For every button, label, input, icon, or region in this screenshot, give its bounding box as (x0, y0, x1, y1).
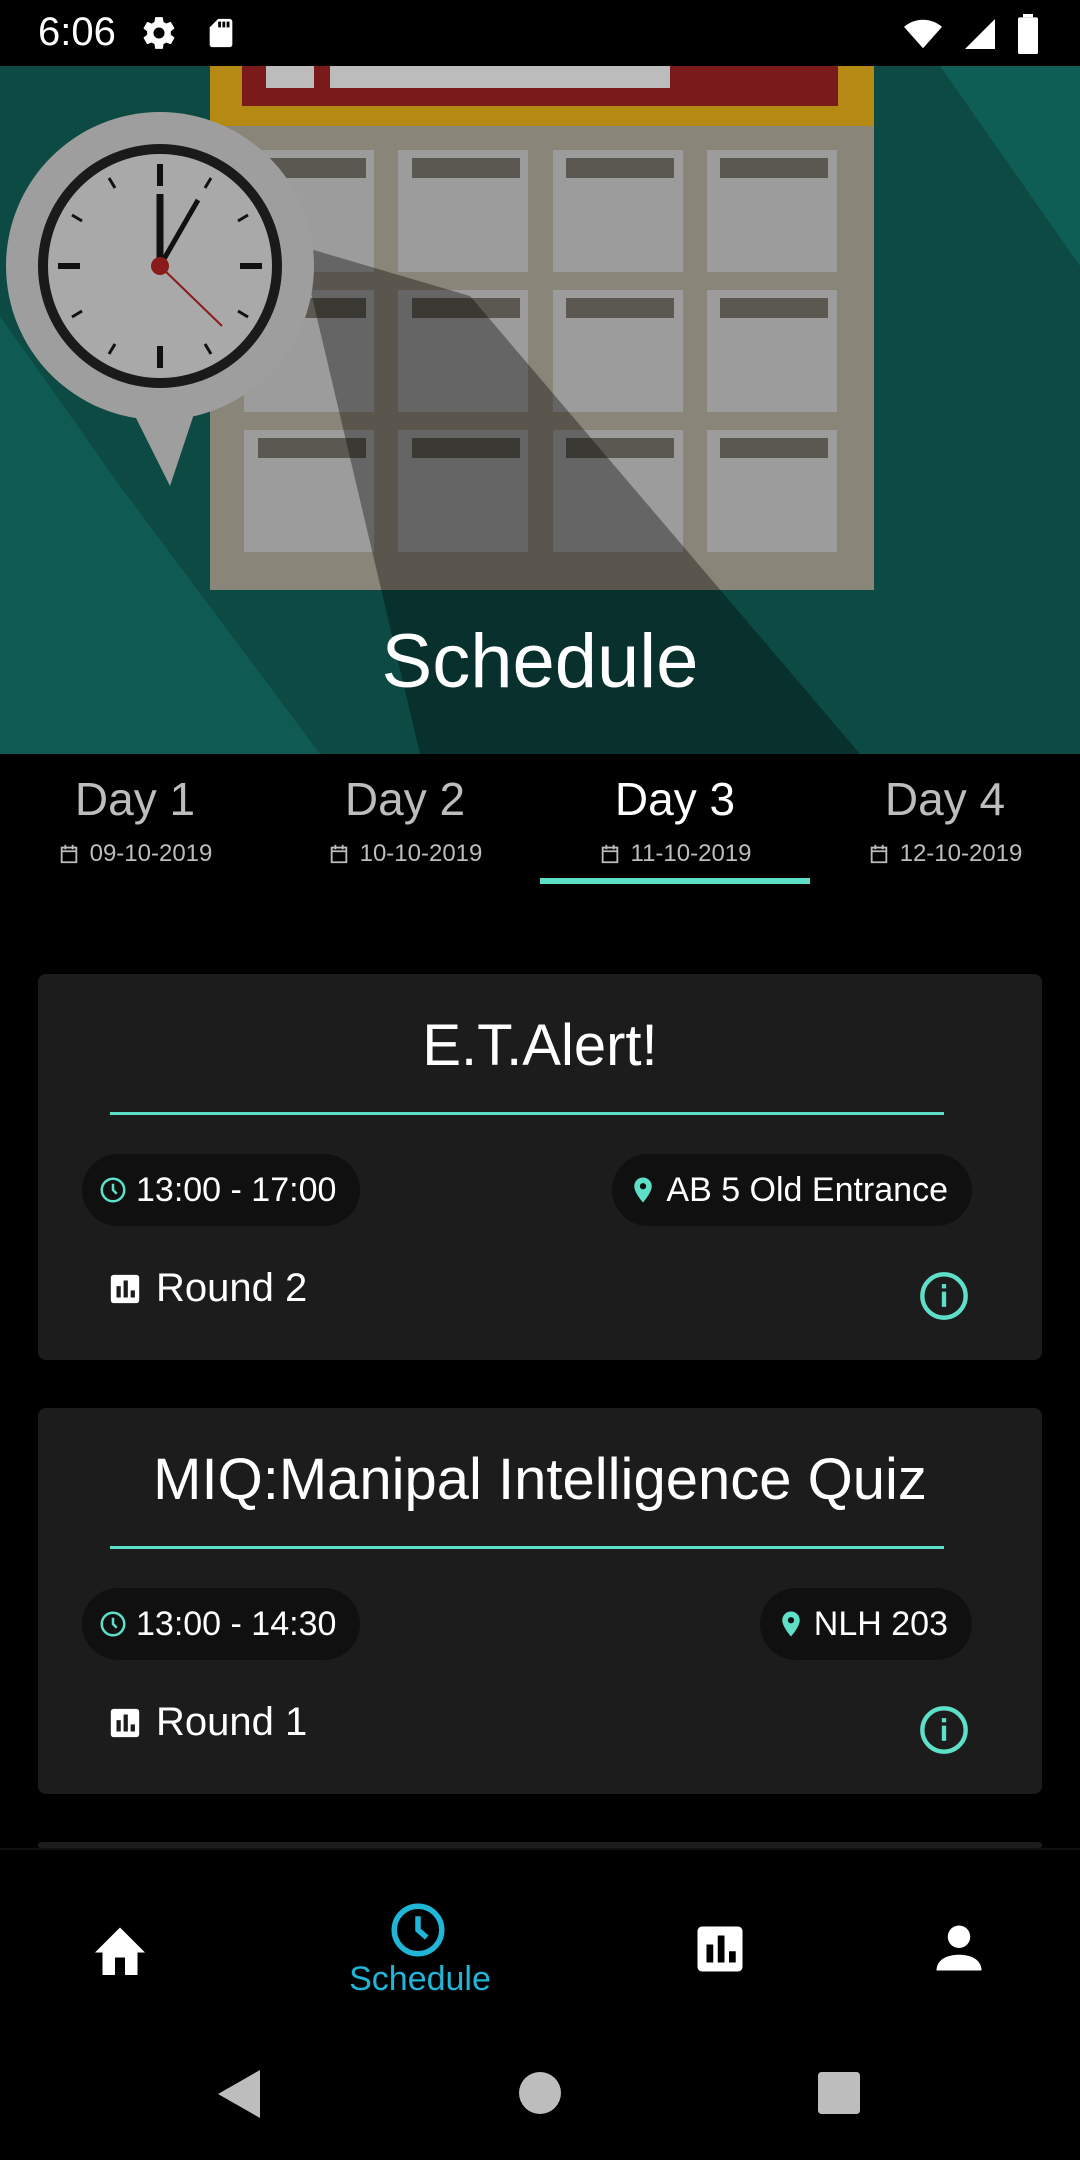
tab-day-3[interactable]: Day 3 11-10-2019 (540, 754, 810, 884)
day-tabs: Day 1 09-10-2019 Day 2 10-10-2019 Day 3 … (0, 754, 1080, 884)
tab-label: Day 4 (884, 773, 1006, 825)
sd-card-icon (209, 18, 233, 48)
event-card[interactable]: MIQ:Manipal Intelligence Quiz 13:00 - 14… (38, 1408, 1042, 1794)
divider (110, 1546, 944, 1549)
clock-icon (100, 1177, 126, 1203)
event-time: 13:00 - 14:30 (136, 1604, 337, 1643)
location-pin-icon (782, 1611, 800, 1637)
tab-indicator (540, 878, 810, 884)
tab-day-2[interactable]: Day 2 10-10-2019 (270, 754, 540, 884)
nav-home[interactable] (0, 1850, 270, 2000)
event-round: Round 1 (156, 1700, 308, 1744)
calendar-icon (601, 844, 618, 864)
event-title: MIQ:Manipal Intelligence Quiz (153, 1447, 927, 1512)
bar-chart-icon (110, 1708, 140, 1737)
bar-chart-icon (110, 1274, 140, 1303)
clock-icon (391, 1903, 445, 1957)
system-nav-bar (0, 1998, 1080, 2160)
signal-icon (965, 19, 995, 49)
event-location: AB 5 Old Entrance (666, 1170, 948, 1209)
page-title: Schedule (381, 619, 699, 704)
event-card[interactable]: E.T.Alert! 13:00 - 17:00 AB 5 Old Entran… (38, 974, 1042, 1360)
info-icon[interactable] (918, 1704, 970, 1756)
time-chip: 13:00 - 14:30 (82, 1588, 361, 1660)
bar-chart-icon (697, 1926, 743, 1972)
tab-day-1[interactable]: Day 1 09-10-2019 (0, 754, 270, 884)
event-location: NLH 203 (813, 1604, 948, 1643)
recents-icon[interactable] (818, 2072, 860, 2114)
status-time: 6:06 (38, 10, 116, 54)
hero-banner: Schedule (0, 66, 1080, 754)
location-chip: NLH 203 (759, 1588, 972, 1660)
wifi-icon (904, 19, 942, 49)
nav-schedule[interactable]: Schedule (285, 1850, 555, 2000)
divider (110, 1112, 944, 1115)
nav-schedule-label: Schedule (349, 1960, 491, 1998)
back-icon[interactable] (218, 2070, 262, 2118)
calendar-icon (330, 844, 347, 864)
nav-profile[interactable] (825, 1850, 1080, 2000)
battery-icon (1018, 14, 1038, 54)
tab-label: Day 1 (74, 773, 196, 825)
location-pin-icon (634, 1177, 653, 1203)
tab-day-4[interactable]: Day 4 12-10-2019 (810, 754, 1080, 884)
tab-date: 12-10-2019 (899, 840, 1023, 867)
status-bar: 6:06 (0, 0, 1080, 66)
nav-stats[interactable] (585, 1850, 855, 2000)
tab-date: 11-10-2019 (630, 840, 752, 867)
event-time: 13:00 - 17:00 (136, 1170, 337, 1209)
tab-date: 10-10-2019 (359, 840, 483, 867)
bottom-nav: Schedule (0, 1848, 1080, 1998)
home-circle-icon[interactable] (519, 2072, 561, 2114)
tab-date: 09-10-2019 (89, 840, 213, 867)
tab-label: Day 2 (344, 773, 466, 825)
location-chip: AB 5 Old Entrance (612, 1154, 972, 1226)
time-chip: 13:00 - 17:00 (82, 1154, 361, 1226)
gear-icon (143, 17, 175, 49)
event-round: Round 2 (156, 1266, 308, 1310)
event-title: E.T.Alert! (422, 1013, 658, 1078)
home-icon (95, 1927, 145, 1975)
calendar-icon (60, 844, 77, 864)
info-icon[interactable] (918, 1270, 970, 1322)
calendar-icon (870, 844, 887, 864)
person-icon (936, 1925, 982, 1971)
clock-icon (100, 1611, 126, 1637)
tab-label: Day 3 (614, 773, 736, 825)
